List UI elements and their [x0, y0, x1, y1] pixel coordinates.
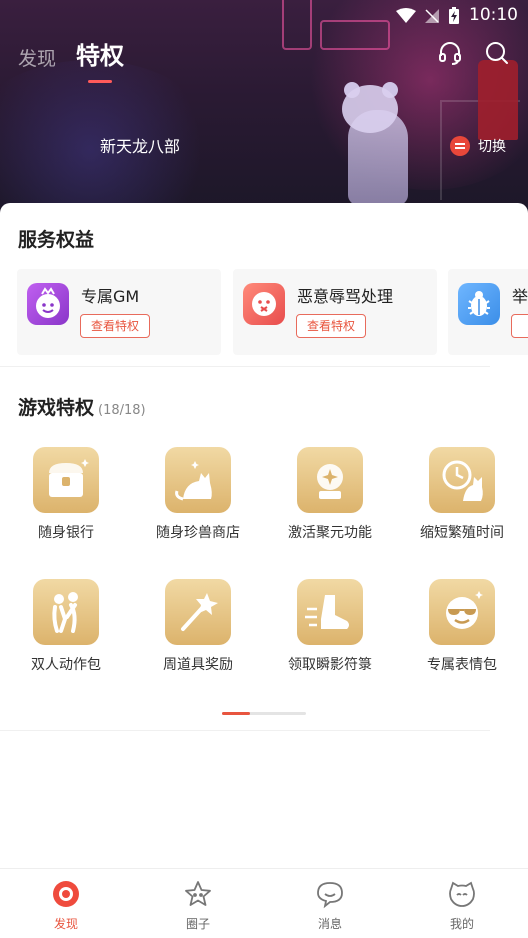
perk-label: 双人动作包: [31, 657, 101, 673]
perk-label: 周道具奖励: [163, 657, 233, 673]
nav-label: 我的: [449, 917, 474, 931]
tab-privilege[interactable]: 特权: [76, 36, 124, 83]
tab-discover[interactable]: 发现: [18, 44, 56, 71]
service-benefits-list[interactable]: 专属GM 查看特权 恶意辱骂处理 查看特权 举: [17, 269, 528, 355]
perk-item-pet-shop[interactable]: 随身珍兽商店: [132, 447, 264, 542]
privilege-sheet: 服务权益 专属GM 查看特权 恶意辱骂处理 查看特权 举 游戏特权 (18/18…: [0, 203, 528, 868]
nav-circles[interactable]: 圈子: [132, 879, 264, 932]
battery-charging-icon: [448, 7, 460, 25]
view-privilege-button[interactable]: 查: [511, 314, 528, 338]
headset-icon[interactable]: [437, 40, 463, 66]
game-perks-section-title: 游戏特权 (18/18): [18, 397, 146, 419]
profile-face-icon: [447, 879, 477, 909]
perk-count: (18/18): [98, 403, 146, 418]
benefit-name: 举: [512, 287, 528, 306]
section-divider: [0, 366, 490, 367]
perk-label: 随身银行: [38, 525, 94, 541]
page-indicator-active: [222, 712, 250, 715]
perk-item-duo-actions[interactable]: 双人动作包: [0, 579, 132, 674]
switch-label: 切换: [478, 139, 506, 155]
nav-label: 消息: [317, 917, 342, 931]
perk-item-bank[interactable]: 随身银行: [0, 447, 132, 542]
banner-jacket-decoration: [478, 60, 518, 140]
perk-item-emoji-pack[interactable]: 专属表情包: [396, 579, 528, 674]
top-tabs: 发现 特权: [18, 36, 124, 83]
wifi-icon: [396, 8, 416, 24]
search-icon[interactable]: [484, 40, 510, 66]
view-privilege-button[interactable]: 查看特权: [296, 314, 366, 338]
no-signal-icon: [424, 8, 440, 24]
sunglasses-emoji-icon: [429, 579, 495, 645]
benefit-card-report[interactable]: 举 查: [448, 269, 528, 355]
nav-discover[interactable]: 发现: [0, 879, 132, 932]
app-root: 10:10 发现 特权 新天龙八部 切换 服务权益 专属GM 查看特权 恶意辱骂…: [0, 0, 528, 938]
benefit-card-abuse-handling[interactable]: 恶意辱骂处理 查看特权: [233, 269, 437, 355]
view-privilege-button[interactable]: 查看特权: [80, 314, 150, 338]
dancing-pair-icon: [33, 579, 99, 645]
perk-item-weekly-reward[interactable]: 周道具奖励: [132, 579, 264, 674]
bug-report-icon: [458, 283, 500, 325]
perk-item-juyuan[interactable]: 激活聚元功能: [264, 447, 396, 542]
game-banner: 10:10 发现 特权 新天龙八部 切换: [0, 0, 528, 215]
angry-face-icon: [243, 283, 285, 325]
perk-label: 激活聚元功能: [288, 525, 372, 541]
nav-label: 发现: [53, 917, 78, 931]
current-game-name: 新天龙八部: [100, 137, 181, 156]
switch-game-button[interactable]: 切换: [450, 136, 506, 156]
section-divider: [0, 730, 490, 731]
perk-label: 随身珍兽商店: [156, 525, 240, 541]
gm-face-icon: [27, 283, 69, 325]
perk-label: 缩短繁殖时间: [420, 525, 504, 541]
magic-wand-icon: [165, 579, 231, 645]
nav-messages[interactable]: 消息: [264, 879, 396, 932]
benefit-name: 恶意辱骂处理: [297, 287, 394, 306]
treasure-chest-icon: [33, 447, 99, 513]
star-circle-icon: [183, 879, 213, 909]
benefit-name: 专属GM: [81, 287, 140, 306]
status-time: 10:10: [469, 5, 518, 25]
nav-label: 圈子: [185, 917, 210, 931]
crystal-ball-icon: [297, 447, 363, 513]
page-indicator: [222, 712, 306, 715]
status-bar: 10:10: [0, 0, 528, 30]
cat-icon: [165, 447, 231, 513]
cat-clock-icon: [429, 447, 495, 513]
perk-item-shadow-talisman[interactable]: 领取瞬影符箓: [264, 579, 396, 674]
perk-item-breeding-time[interactable]: 缩短繁殖时间: [396, 447, 528, 542]
benefit-card-gm[interactable]: 专属GM 查看特权: [17, 269, 221, 355]
perk-label: 专属表情包: [427, 657, 497, 673]
switch-arrows-icon: [450, 136, 470, 156]
perk-label: 领取瞬影符箓: [288, 657, 372, 673]
chat-bubble-icon: [315, 879, 345, 909]
nav-profile[interactable]: 我的: [396, 879, 528, 932]
discover-icon: [51, 879, 81, 909]
service-section-title: 服务权益: [18, 229, 95, 251]
speed-boot-icon: [297, 579, 363, 645]
bottom-navigation: 发现 圈子 消息 我的: [0, 868, 528, 938]
